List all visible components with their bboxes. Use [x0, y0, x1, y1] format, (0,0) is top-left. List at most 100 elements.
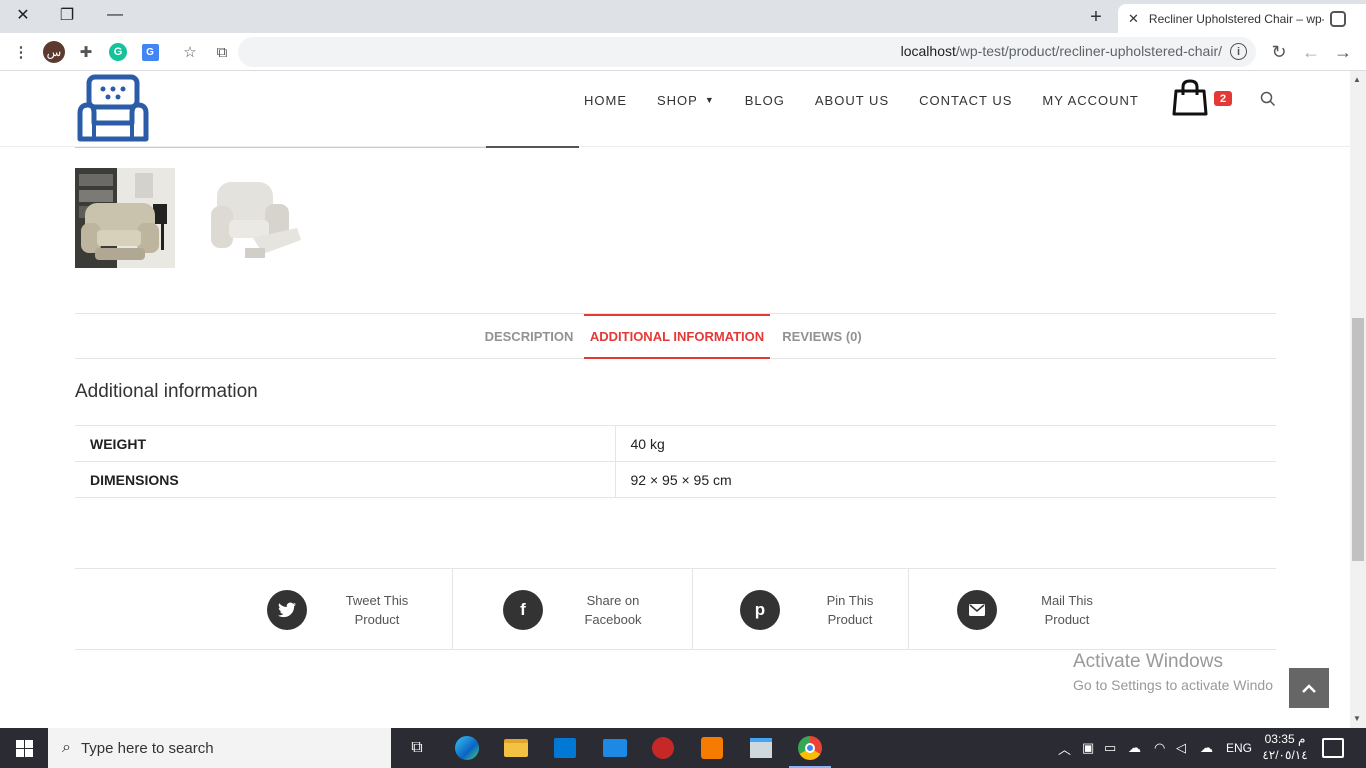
meet-now-icon[interactable]: ▣	[1082, 728, 1094, 768]
share-divider	[452, 569, 453, 650]
share-divider	[692, 569, 693, 650]
share-twitter-button[interactable]: Tweet This Product	[267, 569, 422, 650]
cast-icon[interactable]: ⧉	[209, 39, 235, 65]
share-facebook-button[interactable]: f Share on Facebook	[503, 569, 658, 650]
reload-icon[interactable]: ↻	[1266, 39, 1292, 65]
microsoft-store-icon[interactable]	[550, 733, 580, 763]
attribute-label-weight: WEIGHT	[75, 425, 616, 462]
site-logo-armchair-icon[interactable]	[76, 73, 150, 147]
url-host: localhost	[900, 43, 956, 59]
taskbar-search-box[interactable]: ⌕ Type here to search	[48, 728, 391, 768]
table-row: DIMENSIONS 92 × 95 × 95 cm	[75, 461, 1276, 498]
taskbar-search-placeholder: Type here to search	[80, 739, 214, 757]
browser-toolbar: ⋮ س ✚ G G ☆ ⧉ localhost/wp-test/product/…	[0, 33, 1366, 71]
site-header: HOME SHOP ▼ BLOG ABOUT US CONTACT US MY A…	[0, 71, 1350, 147]
menu-dots-icon[interactable]: ⋮	[8, 39, 34, 65]
nav-shop-label: SHOP	[657, 92, 698, 108]
tab-reviews[interactable]: REVIEWS (0)	[770, 314, 874, 359]
chrome-browser-icon[interactable]	[789, 733, 831, 768]
start-button[interactable]	[0, 728, 48, 768]
forward-icon[interactable]: ←	[1298, 39, 1324, 65]
scroll-up-arrow-icon[interactable]: ▲	[1353, 75, 1361, 84]
cloud-status-icon[interactable]: ☁	[1200, 728, 1213, 768]
taskbar-clock[interactable]: 03:35 م ٤٢/٠٥/١٤	[1262, 731, 1308, 763]
share-mail-label: Mail This Product	[1041, 592, 1093, 627]
vpn-app-icon[interactable]	[648, 733, 678, 763]
tab-favicon-icon	[1330, 10, 1346, 27]
pinterest-icon: p	[740, 589, 780, 630]
nav-home[interactable]: HOME	[584, 93, 627, 108]
grammarly-icon[interactable]: G	[105, 39, 131, 65]
tab-description[interactable]: DESCRIPTION	[474, 314, 584, 359]
tab-additional-information[interactable]: ADDITIONAL INFORMATION	[584, 314, 770, 359]
web-page: HOME SHOP ▼ BLOG ABOUT US CONTACT US MY A…	[0, 71, 1350, 728]
attribute-value-weight: 40 kg	[615, 425, 1276, 462]
product-thumbnail-2[interactable]	[205, 168, 305, 268]
browser-tab[interactable]: ✕ Recliner Upholstered Chair – wp-	[1118, 4, 1366, 33]
minimize-window-icon[interactable]: —	[92, 0, 138, 30]
address-bar[interactable]: localhost/wp-test/product/recliner-uphol…	[238, 37, 1256, 67]
restore-window-icon[interactable]: ❐	[44, 0, 90, 30]
share-pinterest-button[interactable]: p Pin This Product	[740, 569, 895, 650]
share-mail-button[interactable]: Mail This Product	[957, 569, 1112, 650]
edge-browser-icon[interactable]	[452, 733, 482, 763]
close-window-icon[interactable]: ✕	[0, 0, 46, 30]
share-facebook-label: Share on Facebook	[584, 592, 642, 627]
windows-logo-icon	[15, 739, 33, 757]
share-divider	[908, 569, 909, 650]
tab-close-icon[interactable]: ✕	[1128, 11, 1139, 27]
file-explorer-icon[interactable]	[501, 733, 531, 763]
url-text: localhost/wp-test/product/recliner-uphol…	[901, 43, 1222, 59]
chevron-up-icon	[1302, 683, 1316, 693]
notepad-icon[interactable]	[746, 733, 776, 763]
cart-bag-icon[interactable]	[1172, 79, 1208, 117]
bookmark-star-icon[interactable]: ☆	[177, 39, 203, 65]
search-icon[interactable]	[1260, 91, 1276, 107]
main-nav: HOME SHOP ▼ BLOG ABOUT US CONTACT US MY A…	[584, 90, 1169, 110]
nav-about-us[interactable]: ABOUT US	[815, 93, 889, 108]
url-path: /wp-test/product/recliner-upholstered-ch…	[955, 43, 1222, 59]
nav-blog[interactable]: BLOG	[745, 93, 785, 108]
share-twitter-label: Tweet This Product	[345, 592, 409, 627]
volume-icon[interactable]: ◁	[1176, 728, 1186, 768]
nav-contact-us[interactable]: CONTACT US	[919, 93, 1012, 108]
twitter-icon	[267, 589, 307, 630]
task-view-icon[interactable]: ⧉	[402, 733, 432, 763]
nav-shop[interactable]: SHOP ▼	[657, 93, 715, 108]
back-icon[interactable]: →	[1330, 39, 1356, 65]
scrollbar-thumb[interactable]	[1352, 318, 1364, 561]
attribute-label-dimensions: DIMENSIONS	[75, 461, 616, 498]
product-thumbnail-1[interactable]	[75, 168, 175, 268]
attribute-value-dimensions: 92 × 95 × 95 cm	[615, 461, 1276, 498]
profile-glyph: س	[43, 41, 65, 63]
xampp-icon[interactable]	[697, 733, 727, 763]
chevron-down-icon: ▼	[704, 95, 715, 105]
browser-tab-bar: ✕ ❐ — + ✕ Recliner Upholstered Chair – w…	[0, 0, 1366, 33]
new-tab-button[interactable]: +	[1082, 4, 1110, 30]
section-title: Additional information	[75, 381, 258, 402]
scroll-down-arrow-icon[interactable]: ▼	[1353, 714, 1361, 723]
scroll-to-top-button[interactable]	[1289, 668, 1329, 708]
mail-icon	[957, 589, 997, 630]
wifi-icon[interactable]: ◠	[1154, 728, 1165, 768]
gallery-active-indicator	[486, 146, 579, 148]
clock-time: 03:35 م	[1264, 732, 1306, 746]
profile-avatar[interactable]: س	[41, 39, 67, 65]
extensions-icon[interactable]: ✚	[73, 39, 99, 65]
share-bar: Tweet This Product f Share on Facebook p…	[75, 568, 1276, 650]
translate-icon[interactable]: G	[137, 39, 163, 65]
show-hidden-icons-chevron-icon[interactable]: ︿	[1058, 728, 1071, 768]
attributes-table: WEIGHT 40 kg DIMENSIONS 92 × 95 × 95 cm	[75, 425, 1276, 498]
facebook-icon: f	[503, 589, 543, 630]
page-scrollbar[interactable]: ▲ ▼	[1350, 71, 1366, 728]
site-info-icon[interactable]: i	[1230, 43, 1247, 60]
activate-windows-watermark: Activate Windows Go to Settings to activ…	[1073, 651, 1273, 693]
tab-title: Recliner Upholstered Chair – wp-	[1148, 11, 1324, 26]
language-indicator[interactable]: ENG	[1226, 728, 1252, 768]
activate-windows-title: Activate Windows	[1073, 651, 1223, 672]
onedrive-cloud-icon[interactable]: ☁	[1128, 728, 1141, 768]
nav-my-account[interactable]: MY ACCOUNT	[1042, 93, 1138, 108]
battery-icon[interactable]: ▭	[1104, 728, 1116, 768]
mail-app-icon[interactable]	[600, 733, 630, 763]
notifications-icon[interactable]	[1322, 738, 1344, 758]
